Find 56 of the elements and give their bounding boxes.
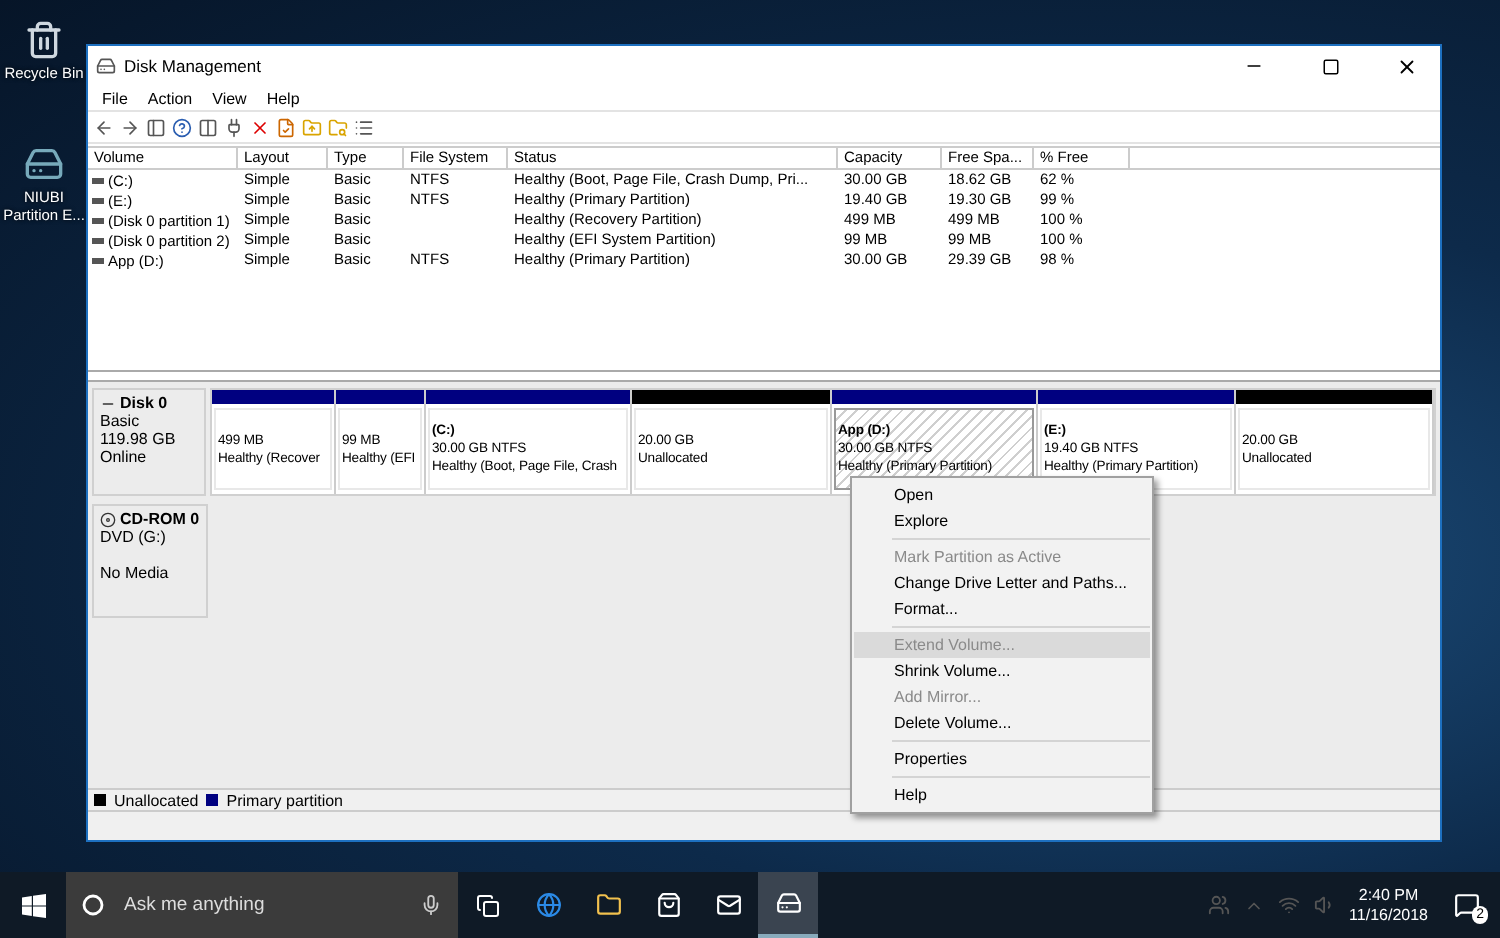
cortana-icon [82,894,104,916]
menu-item[interactable]: Explore [854,508,1150,534]
back-icon[interactable] [94,117,114,137]
disk-name: Disk 0 [120,394,168,412]
menu-item[interactable]: Delete Volume... [854,710,1150,736]
delete-icon[interactable] [250,117,270,137]
task-view-icon [476,893,500,917]
search-box[interactable]: Ask me anything [66,872,458,938]
maximize-icon [1321,57,1339,75]
list-icon[interactable] [354,117,374,137]
volume-icon [92,257,104,263]
menu-item[interactable]: File [92,89,138,107]
volume-icon [92,197,104,203]
microphone-icon[interactable] [420,894,442,916]
menu-item[interactable]: Action [137,89,203,107]
disk-info-panel[interactable]: CD-ROM 0 DVD (G:) No Media [92,504,208,618]
disk-detail: Online [100,448,149,466]
globe-icon [535,892,561,918]
menu-item[interactable]: View [202,89,257,107]
columns-icon[interactable] [198,117,218,137]
recycle-bin-icon[interactable] [24,20,64,60]
disk-name: CD-ROM 0 [120,510,200,528]
close-icon [1395,55,1417,77]
volume-icon [92,217,104,223]
menu-item[interactable]: Properties [854,746,1150,772]
volume-icon [92,237,104,243]
app-icon[interactable] [24,144,64,184]
message-icon [1454,892,1480,918]
clock-date[interactable]: 11/16/2018 [1349,905,1428,925]
folder-icon [595,892,621,918]
forward-icon[interactable] [120,117,140,137]
legend-label: Primary partition [226,791,343,809]
mail-icon [715,892,741,918]
menu-item[interactable]: Format... [854,596,1150,622]
optical-drive-icon [100,511,116,527]
menu-item[interactable]: Help [256,89,310,107]
menu-item[interactable]: Shrink Volume... [854,658,1150,684]
volume-icon [92,177,104,183]
disk-management-button[interactable] [758,872,818,938]
check-document-icon[interactable] [276,117,296,137]
shopping-bag-icon [655,892,681,918]
legend-label: Unallocated [114,791,199,809]
disk-detail: DVD (G:) [100,528,168,546]
menu-item[interactable]: Change Drive Letter and Paths... [854,570,1150,596]
disk-detail: Basic [100,412,142,430]
disk-detail: 119.98 GB [100,430,178,448]
windows-logo-icon [21,893,45,917]
help-icon[interactable] [172,117,192,137]
menu-item[interactable]: Help [854,782,1150,808]
panel-icon[interactable] [146,117,166,137]
clock-time[interactable]: 2:40 PM [1358,885,1419,905]
disk-info-panel[interactable]: Disk 0 Basic 119.98 GB Online [92,388,206,496]
search-field[interactable]: Ask me anything [120,892,404,918]
window-title: Disk Management [124,56,264,76]
disk-detail: No Media [100,564,171,582]
plug-icon[interactable] [224,117,244,137]
